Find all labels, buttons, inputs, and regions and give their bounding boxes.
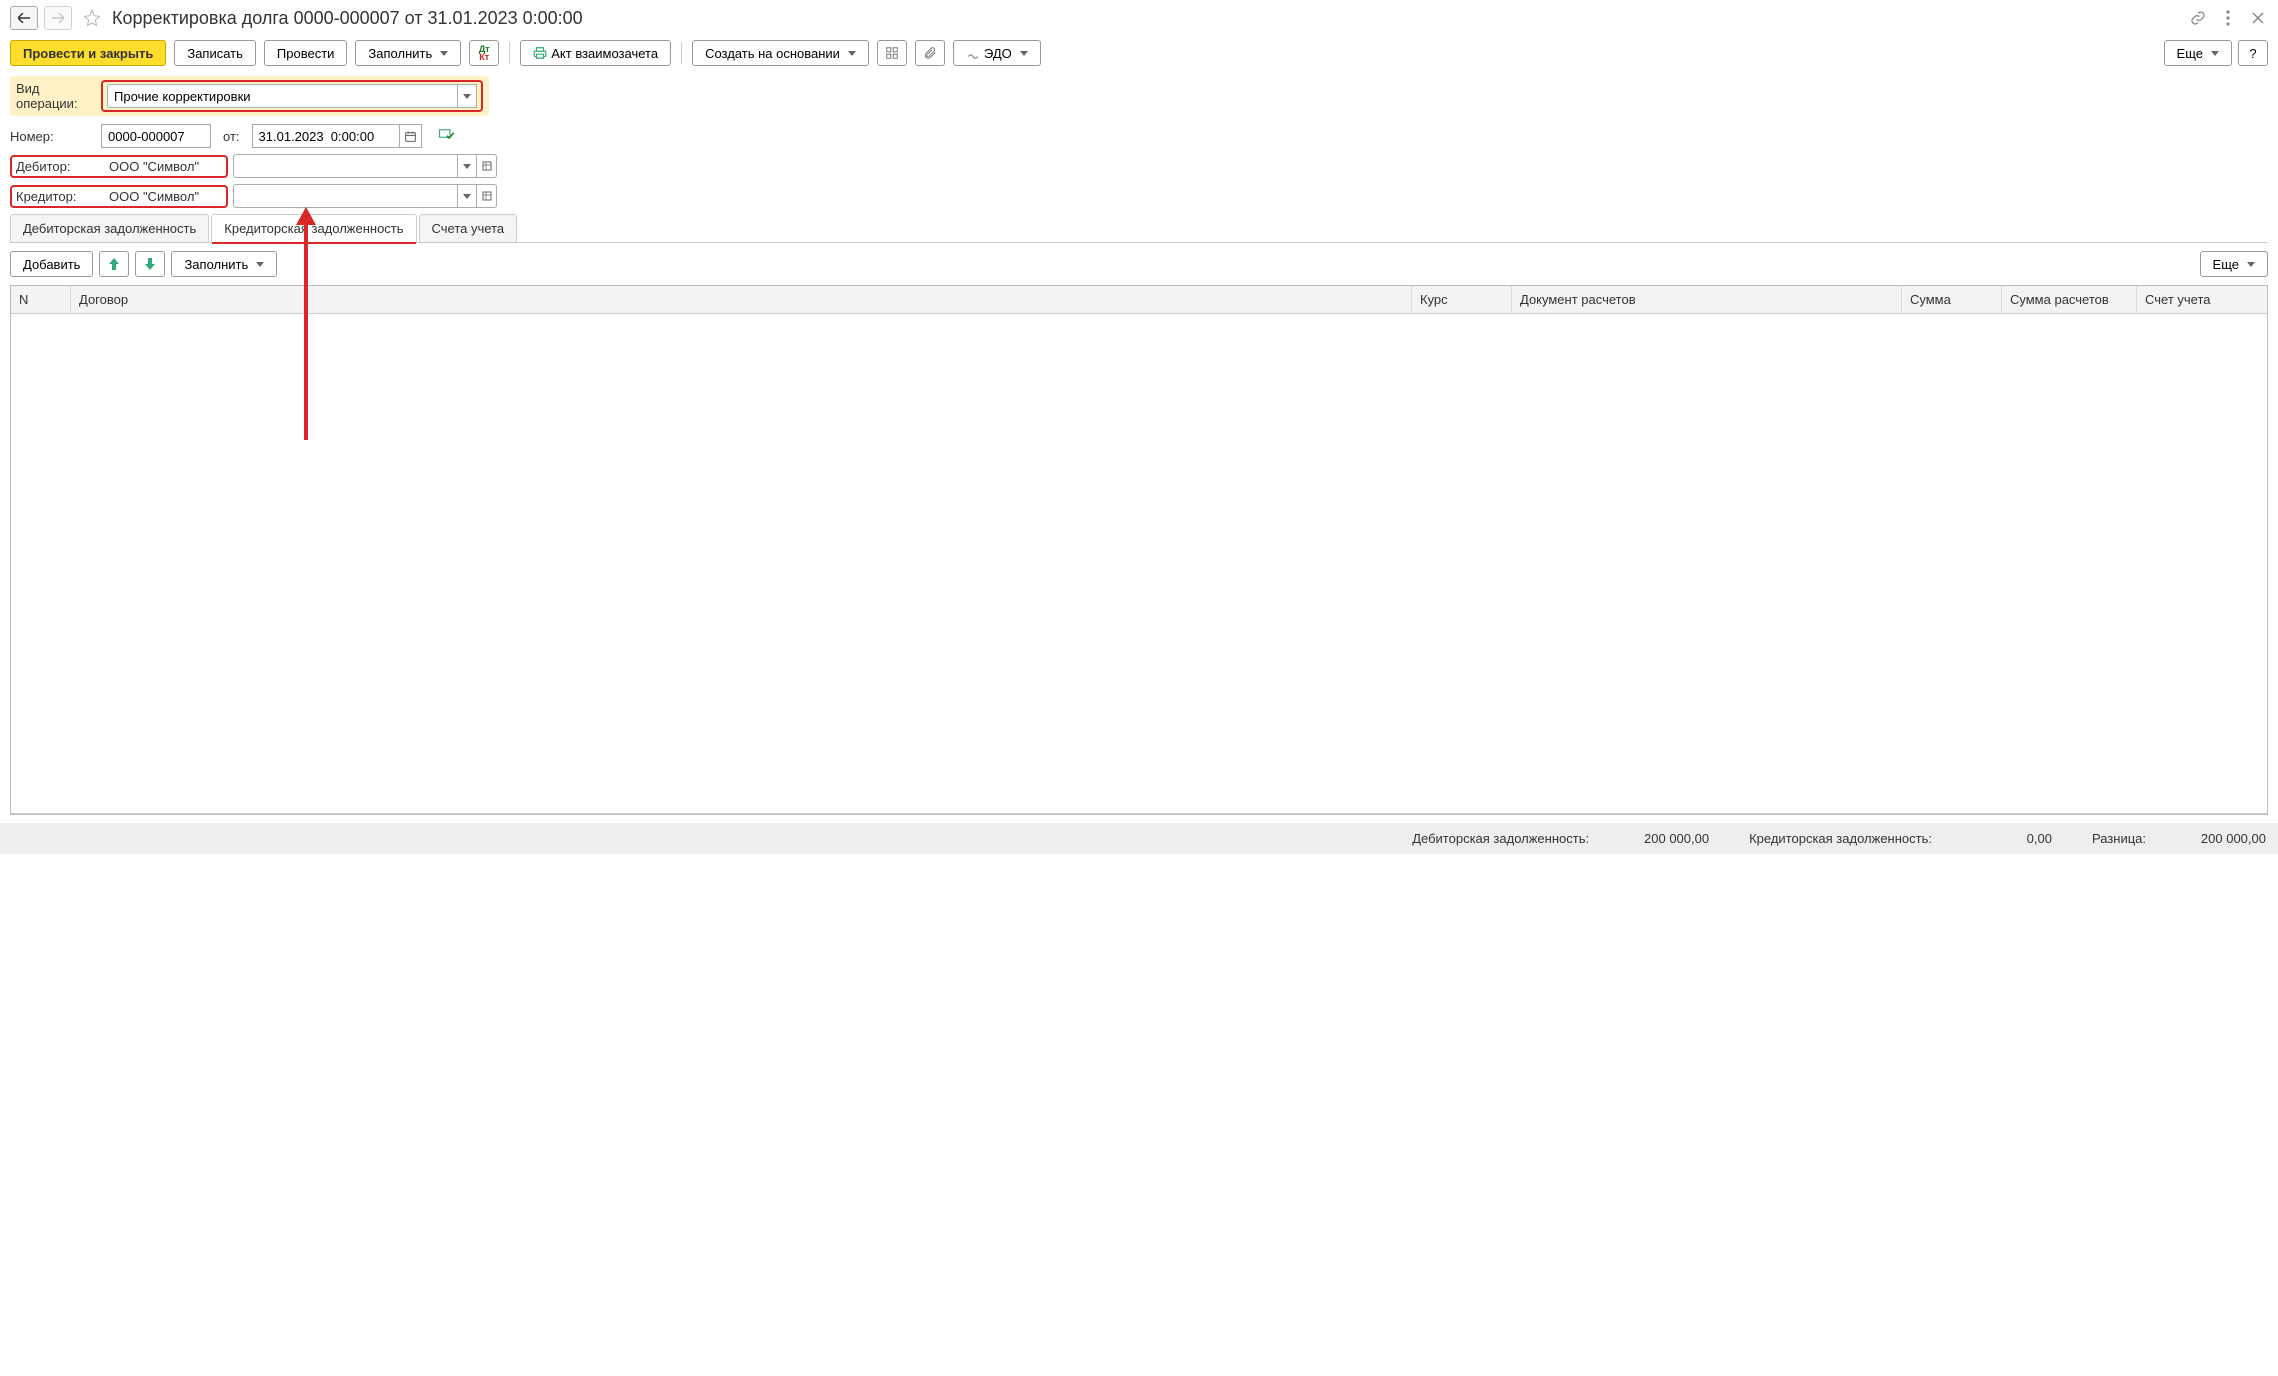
data-grid: N Договор Курс Документ расчетов Сумма С… <box>10 285 2268 815</box>
status-bar: Дебиторская задолженность: 200 000,00 Кр… <box>0 823 2278 854</box>
operation-type-highlight <box>101 80 483 112</box>
status-credit-label: Кредиторская задолженность: <box>1749 831 1932 846</box>
link-icon[interactable] <box>2188 8 2208 28</box>
col-account[interactable]: Счет учета <box>2137 286 2267 313</box>
from-label: от: <box>223 129 240 144</box>
date-input[interactable] <box>252 124 400 148</box>
status-debit-label: Дебиторская задолженность: <box>1412 831 1589 846</box>
creditor-row: Кредитор: ООО "Символ" <box>10 184 2268 208</box>
number-row: Номер: от: <box>10 124 2268 148</box>
debtor-label: Дебитор: <box>16 159 101 174</box>
create-based-on-button[interactable]: Создать на основании <box>692 40 869 66</box>
move-down-button[interactable] <box>135 251 165 277</box>
status-debit-value: 200 000,00 <box>1629 831 1709 846</box>
tab-toolbar: Добавить Заполнить Еще <box>10 243 2268 285</box>
form-area: Вид операции: Номер: от: Дебитор: ООО "С… <box>0 76 2278 815</box>
operation-type-row: Вид операции: <box>10 76 489 116</box>
close-icon[interactable] <box>2248 8 2268 28</box>
operation-type-label: Вид операции: <box>16 81 101 111</box>
attachment-icon-button[interactable] <box>915 40 945 66</box>
signature-icon <box>966 46 980 60</box>
status-diff-value: 200 000,00 <box>2186 831 2266 846</box>
col-sum-settle[interactable]: Сумма расчетов <box>2002 286 2137 313</box>
kebab-menu-icon[interactable] <box>2218 8 2238 28</box>
col-contract[interactable]: Договор <box>71 286 1412 313</box>
post-button[interactable]: Провести <box>264 40 348 66</box>
tab-bar: Дебиторская задолженность Кредиторская з… <box>10 214 2268 243</box>
creditor-open-icon[interactable] <box>477 184 497 208</box>
window-title: Корректировка долга 0000-000007 от 31.01… <box>112 8 583 29</box>
separator <box>681 42 682 64</box>
back-button[interactable] <box>10 6 38 30</box>
debtor-highlight: Дебитор: ООО "Символ" <box>10 155 228 178</box>
creditor-dropdown-icon[interactable] <box>457 184 477 208</box>
creditor-input[interactable] <box>233 184 457 208</box>
debtor-dropdown-icon[interactable] <box>457 154 477 178</box>
grid-header: N Договор Курс Документ расчетов Сумма С… <box>11 286 2267 314</box>
debtor-row: Дебитор: ООО "Символ" <box>10 154 2268 178</box>
tab-credit[interactable]: Кредиторская задолженность <box>211 214 416 242</box>
tab-accounts[interactable]: Счета учета <box>419 214 518 242</box>
col-rate[interactable]: Курс <box>1412 286 1512 313</box>
structure-icon-button[interactable] <box>877 40 907 66</box>
col-n[interactable]: N <box>11 286 71 313</box>
creditor-value-text: ООО "Символ" <box>109 189 199 204</box>
edo-button[interactable]: ЭДО <box>953 40 1041 66</box>
grid-body[interactable] <box>11 314 2267 814</box>
favorite-star-icon[interactable] <box>82 8 102 28</box>
separator <box>509 42 510 64</box>
status-diff-label: Разница: <box>2092 831 2146 846</box>
main-toolbar: Провести и закрыть Записать Провести Зап… <box>0 36 2278 76</box>
forward-button[interactable] <box>44 6 72 30</box>
post-and-close-button[interactable]: Провести и закрыть <box>10 40 166 66</box>
dtkt-button[interactable]: ДтКт <box>469 40 499 66</box>
tab-debit[interactable]: Дебиторская задолженность <box>10 214 209 242</box>
creditor-label: Кредитор: <box>16 189 101 204</box>
title-bar: Корректировка долга 0000-000007 от 31.01… <box>0 0 2278 36</box>
col-sum[interactable]: Сумма <box>1902 286 2002 313</box>
fill-button[interactable]: Заполнить <box>355 40 461 66</box>
printer-icon <box>533 46 547 60</box>
number-input[interactable] <box>101 124 211 148</box>
creditor-highlight: Кредитор: ООО "Символ" <box>10 185 228 208</box>
help-button[interactable]: ? <box>2238 40 2268 66</box>
add-row-button[interactable]: Добавить <box>10 251 93 277</box>
more-button[interactable]: Еще <box>2164 40 2232 66</box>
move-up-button[interactable] <box>99 251 129 277</box>
operation-type-dropdown-icon[interactable] <box>457 84 477 108</box>
tab-more-button[interactable]: Еще <box>2200 251 2268 277</box>
number-label: Номер: <box>10 129 95 144</box>
debtor-open-icon[interactable] <box>477 154 497 178</box>
col-doc[interactable]: Документ расчетов <box>1512 286 1902 313</box>
status-credit-value: 0,00 <box>1972 831 2052 846</box>
debtor-input[interactable] <box>233 154 457 178</box>
debtor-value-text: ООО "Символ" <box>109 159 199 174</box>
post-status-icon[interactable] <box>438 128 456 145</box>
save-button[interactable]: Записать <box>174 40 256 66</box>
tab-fill-button[interactable]: Заполнить <box>171 251 277 277</box>
offset-act-button[interactable]: Акт взаимозачета <box>520 40 671 66</box>
operation-type-input[interactable] <box>107 84 457 108</box>
calendar-icon[interactable] <box>400 124 422 148</box>
